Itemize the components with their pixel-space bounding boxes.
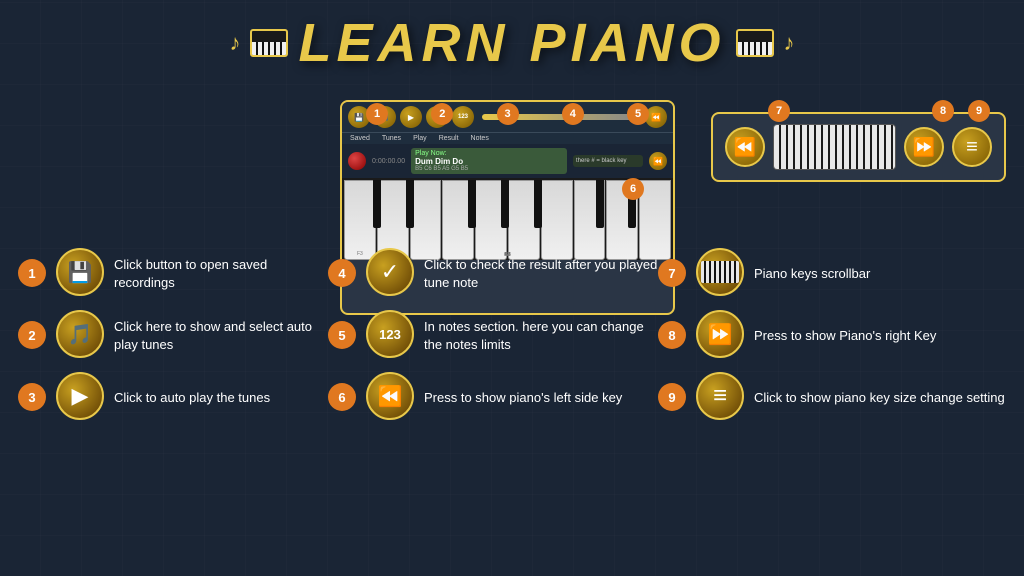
legend-badge-3: 3 <box>18 383 46 411</box>
piano-icon-right <box>736 29 774 57</box>
side-note: there # = black key <box>573 155 643 167</box>
legend-badge-9: 9 <box>658 383 686 411</box>
preview-labels: Saved Tunes Play Result Notes <box>342 133 673 144</box>
page-title: LEARN PIANO <box>298 12 725 74</box>
legend-section: 1 💾 Click button to open saved recording… <box>18 248 1006 420</box>
legend-text-6: Press to show piano's left side key <box>424 385 622 407</box>
legend-icon-left-key[interactable]: ⏪ <box>366 372 414 420</box>
preview-back-btn[interactable]: ⏪ <box>649 152 667 170</box>
time-display: 0:00:00.00 <box>372 158 405 165</box>
annot-6: 6 <box>622 178 644 200</box>
title-area: ♪ LEARN PIANO ♪ <box>0 12 1024 74</box>
annot-1: 1 <box>366 103 388 125</box>
legend-text-1: Click button to open saved recordings <box>114 252 328 292</box>
record-btn[interactable] <box>348 152 366 170</box>
legend-icon-play[interactable]: ▶ <box>56 372 104 420</box>
annot-7: 7 <box>768 100 790 122</box>
legend-icon-tunes[interactable]: 🎵 <box>56 310 104 358</box>
preview-play-area: 0:00:00.00 Play Now: Dum Dim Do B5 C6 B5… <box>342 144 673 178</box>
legend-item-2: 2 🎵 Click here to show and select auto p… <box>18 310 328 358</box>
menu-btn[interactable]: ≡ <box>952 127 992 167</box>
legend-text-3: Click to auto play the tunes <box>114 385 270 407</box>
legend-icon-notes[interactable]: 123 <box>366 310 414 358</box>
legend-icon-right-key[interactable]: ⏩ <box>696 310 744 358</box>
legend-badge-5: 5 <box>328 321 356 349</box>
piano-keys-scrollbar[interactable] <box>773 124 896 170</box>
legend-item-3: 3 ▶ Click to auto play the tunes <box>18 372 328 420</box>
legend-badge-2: 2 <box>18 321 46 349</box>
legend-item-7: 7 Piano keys scrollbar <box>658 248 1006 296</box>
legend-text-9: Click to show piano key size change sett… <box>754 385 1005 407</box>
legend-text-5: In notes section. here you can change th… <box>424 314 658 354</box>
notes-btn[interactable]: 123 <box>452 106 474 128</box>
song-name: Dum Dim Do <box>415 157 563 166</box>
legend-col-3: 7 Piano keys scrollbar 8 ⏩ Press to show… <box>658 248 1006 420</box>
play-btn[interactable]: ▶ <box>400 106 422 128</box>
legend-item-1: 1 💾 Click button to open saved recording… <box>18 248 328 296</box>
song-info: Play Now: Dum Dim Do B5 C6 B5 A5 G5 B5 <box>411 148 567 174</box>
music-note-left: ♪ <box>229 30 240 56</box>
legend-icon-menu[interactable]: ≡ <box>696 372 744 420</box>
legend-item-8: 8 ⏩ Press to show Piano's right Key <box>658 310 1006 358</box>
legend-text-7: Piano keys scrollbar <box>754 261 870 283</box>
legend-badge-8: 8 <box>658 321 686 349</box>
legend-text-2: Click here to show and select auto play … <box>114 314 328 354</box>
legend-badge-7: 7 <box>658 259 686 287</box>
legend-icon-saved[interactable]: 💾 <box>56 248 104 296</box>
annot-5: 5 <box>627 103 649 125</box>
legend-item-4: 4 ✓ Click to check the result after you … <box>328 248 658 296</box>
legend-text-8: Press to show Piano's right Key <box>754 323 936 345</box>
piano-icon-left <box>250 29 288 57</box>
right-key-btn[interactable]: ⏩ <box>904 127 944 167</box>
legend-item-5: 5 123 In notes section. here you can cha… <box>328 310 658 358</box>
left-key-btn[interactable]: ⏪ <box>725 127 765 167</box>
play-now-label: Play Now: <box>415 150 563 157</box>
legend-item-9: 9 ≡ Click to show piano key size change … <box>658 372 1006 420</box>
annot-9: 9 <box>968 100 990 122</box>
legend-icon-result[interactable]: ✓ <box>366 248 414 296</box>
legend-badge-4: 4 <box>328 259 356 287</box>
annot-3: 3 <box>497 103 519 125</box>
legend-col-2: 4 ✓ Click to check the result after you … <box>328 248 658 420</box>
annot-4: 4 <box>562 103 584 125</box>
notes-display: B5 C6 B5 A5 G5 B5 <box>415 166 563 172</box>
legend-icon-scrollbar[interactable] <box>696 248 744 296</box>
legend-text-4: Click to check the result after you play… <box>424 252 658 292</box>
music-note-right: ♪ <box>784 30 795 56</box>
legend-col-1: 1 💾 Click button to open saved recording… <box>18 248 328 420</box>
right-panel: 7 8 9 ⏪ ⏩ ≡ <box>711 112 1006 182</box>
annot-8: 8 <box>932 100 954 122</box>
legend-badge-6: 6 <box>328 383 356 411</box>
legend-item-6: 6 ⏪ Press to show piano's left side key <box>328 372 658 420</box>
legend-badge-1: 1 <box>18 259 46 287</box>
